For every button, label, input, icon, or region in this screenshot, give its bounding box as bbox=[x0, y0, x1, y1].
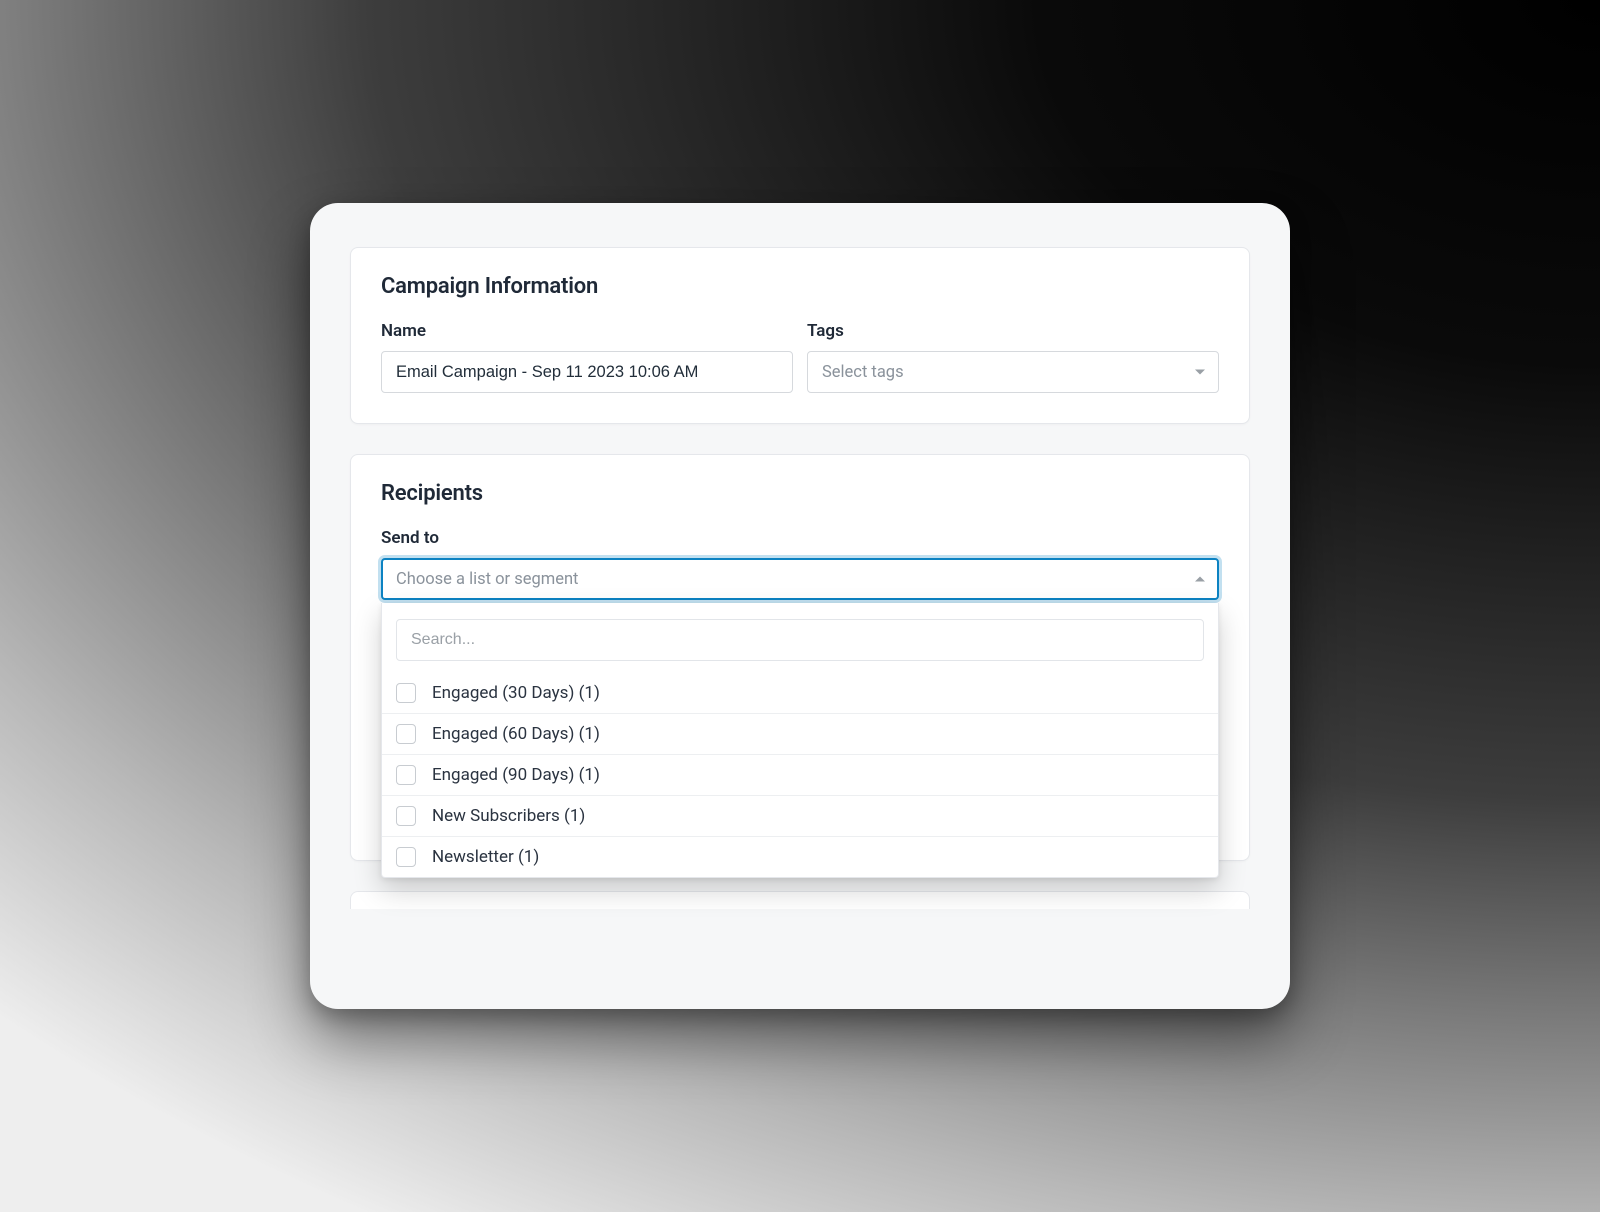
list-item[interactable]: New Subscribers (1) bbox=[382, 795, 1218, 836]
recipients-title: Recipients bbox=[381, 481, 1219, 506]
checkbox-icon[interactable] bbox=[396, 683, 416, 703]
checkbox-icon[interactable] bbox=[396, 765, 416, 785]
tags-select-display[interactable]: Select tags bbox=[807, 351, 1219, 393]
campaign-name-input[interactable] bbox=[381, 351, 793, 393]
campaign-name-field: Name bbox=[381, 321, 793, 393]
campaign-fields-row: Name Tags Select tags bbox=[381, 321, 1219, 393]
checkbox-icon[interactable] bbox=[396, 724, 416, 744]
send-to-select-display[interactable]: Choose a list or segment bbox=[381, 558, 1219, 600]
option-label: Engaged (30 Days) (1) bbox=[432, 683, 600, 703]
list-item[interactable]: Engaged (90 Days) (1) bbox=[382, 754, 1218, 795]
recipients-card: Recipients Send to Choose a list or segm… bbox=[350, 454, 1250, 861]
next-card-peek bbox=[350, 891, 1250, 909]
chevron-down-icon bbox=[1195, 370, 1205, 375]
campaign-info-card: Campaign Information Name Tags Select ta… bbox=[350, 247, 1250, 424]
checkbox-icon[interactable] bbox=[396, 847, 416, 867]
send-to-select-placeholder: Choose a list or segment bbox=[396, 570, 578, 589]
tags-select-placeholder: Select tags bbox=[822, 363, 904, 382]
send-to-dropdown-panel: Engaged (30 Days) (1) Engaged (60 Days) … bbox=[381, 603, 1219, 878]
dropdown-option-list: Engaged (30 Days) (1) Engaged (60 Days) … bbox=[382, 673, 1218, 877]
option-label: Newsletter (1) bbox=[432, 847, 539, 867]
app-window: Campaign Information Name Tags Select ta… bbox=[310, 203, 1290, 1009]
option-label: Engaged (60 Days) (1) bbox=[432, 724, 600, 744]
option-label: New Subscribers (1) bbox=[432, 806, 585, 826]
send-to-select[interactable]: Choose a list or segment bbox=[381, 558, 1219, 600]
tags-select[interactable]: Select tags bbox=[807, 351, 1219, 393]
campaign-tags-field: Tags Select tags bbox=[807, 321, 1219, 393]
campaign-tags-label: Tags bbox=[807, 321, 1219, 341]
list-item[interactable]: Engaged (60 Days) (1) bbox=[382, 713, 1218, 754]
campaign-info-title: Campaign Information bbox=[381, 274, 1219, 299]
campaign-name-label: Name bbox=[381, 321, 793, 341]
list-item[interactable]: Newsletter (1) bbox=[382, 836, 1218, 877]
checkbox-icon[interactable] bbox=[396, 806, 416, 826]
send-to-field: Send to Choose a list or segment bbox=[381, 528, 1219, 600]
list-item[interactable]: Engaged (30 Days) (1) bbox=[382, 673, 1218, 713]
send-to-label: Send to bbox=[381, 528, 1219, 548]
dropdown-search-input[interactable] bbox=[396, 619, 1204, 661]
option-label: Engaged (90 Days) (1) bbox=[432, 765, 600, 785]
chevron-up-icon bbox=[1195, 577, 1205, 582]
